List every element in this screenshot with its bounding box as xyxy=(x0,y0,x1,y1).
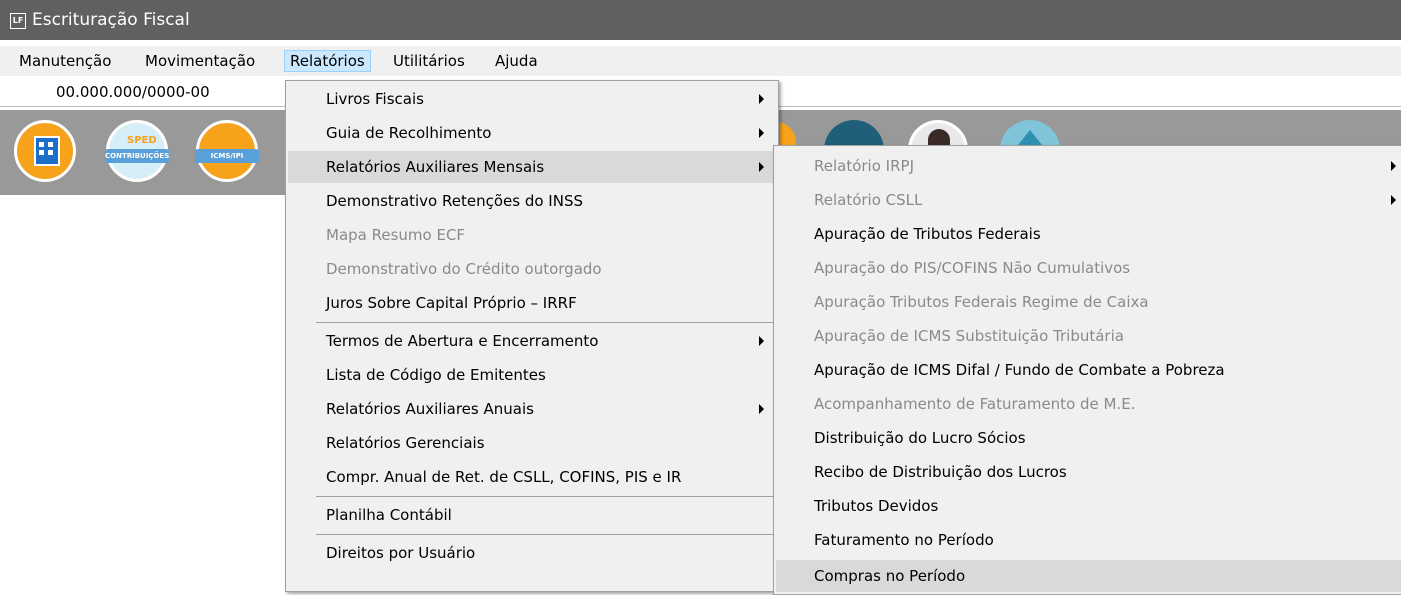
relatorios-auxiliares-mensais-submenu: Relatório IRPJ Relatório CSLL Apuração d… xyxy=(773,145,1401,595)
menu-item-relatorios-auxiliares-mensais[interactable]: Relatórios Auxiliares Mensais xyxy=(288,151,776,183)
chevron-right-icon xyxy=(759,94,764,104)
chevron-right-icon xyxy=(759,162,764,172)
menu-item-label: Guia de Recolhimento xyxy=(326,124,492,142)
menu-separator xyxy=(316,534,776,535)
menu-item-livros-fiscais[interactable]: Livros Fiscais xyxy=(288,83,776,115)
chevron-right-icon xyxy=(759,404,764,414)
submenu-item-pis-cofins[interactable]: Apuração do PIS/COFINS Não Cumulativos xyxy=(776,252,1401,284)
chevron-right-icon xyxy=(759,128,764,138)
icms-ipi-button[interactable]: ICMS/IPI xyxy=(195,120,259,182)
sped-contribuicoes-button[interactable]: SPED CONTRIBUIÇÕES xyxy=(105,120,169,182)
menu-item-label: Planilha Contábil xyxy=(326,506,452,524)
sped-label: SPED xyxy=(127,135,157,146)
building-icon-button[interactable] xyxy=(14,120,76,182)
menu-item-label: Demonstrativo do Crédito outorgado xyxy=(326,260,602,278)
sped-contribuicoes-badge: CONTRIBUIÇÕES xyxy=(105,149,169,163)
menu-item-juros-capital-proprio[interactable]: Juros Sobre Capital Próprio – IRRF xyxy=(288,287,776,319)
menu-item-label: Compr. Anual de Ret. de CSLL, COFINS, PI… xyxy=(326,468,682,486)
menu-manutencao[interactable]: Manutenção xyxy=(14,50,116,72)
submenu-item-recibo-distribuicao[interactable]: Recibo de Distribuição dos Lucros xyxy=(776,456,1401,488)
building-icon xyxy=(34,136,60,166)
menu-item-label: Livros Fiscais xyxy=(326,90,424,108)
menu-item-label: Direitos por Usuário xyxy=(326,544,476,562)
menu-item-label: Acompanhamento de Faturamento de M.E. xyxy=(814,395,1136,413)
menu-item-label: Relatórios Gerenciais xyxy=(326,434,485,452)
menu-item-label: Apuração de ICMS Difal / Fundo de Combat… xyxy=(814,361,1225,379)
menu-item-direitos-usuario[interactable]: Direitos por Usuário xyxy=(288,537,776,569)
menu-item-label: Distribuição do Lucro Sócios xyxy=(814,429,1026,447)
menu-item-label: Juros Sobre Capital Próprio – IRRF xyxy=(326,294,577,312)
icms-ipi-badge: ICMS/IPI xyxy=(195,149,259,163)
submenu-item-icms-difal[interactable]: Apuração de ICMS Difal / Fundo de Combat… xyxy=(776,354,1401,386)
menu-item-label: Lista de Código de Emitentes xyxy=(326,366,546,384)
menu-item-label: Relatório CSLL xyxy=(814,191,923,209)
menu-item-planilha-contabil[interactable]: Planilha Contábil xyxy=(288,499,776,531)
chevron-right-icon xyxy=(1391,161,1396,171)
submenu-item-faturamento-periodo[interactable]: Faturamento no Período xyxy=(776,524,1401,556)
menu-item-label: Recibo de Distribuição dos Lucros xyxy=(814,463,1067,481)
menu-movimentacao[interactable]: Movimentação xyxy=(140,50,260,72)
menu-item-label: Compras no Período xyxy=(814,567,966,585)
menu-item-label: Faturamento no Período xyxy=(814,531,994,549)
menu-item-label: Mapa Resumo ECF xyxy=(326,226,466,244)
menu-item-termos-abertura[interactable]: Termos de Abertura e Encerramento xyxy=(288,325,776,357)
menu-item-demonstrativo-inss[interactable]: Demonstrativo Retenções do INSS xyxy=(288,185,776,217)
menu-separator xyxy=(316,322,776,323)
menu-item-lista-emitentes[interactable]: Lista de Código de Emitentes xyxy=(288,359,776,391)
menu-item-mapa-resumo-ecf[interactable]: Mapa Resumo ECF xyxy=(288,219,776,251)
menu-utilitarios[interactable]: Utilitários xyxy=(388,50,470,72)
menu-item-credito-outorgado[interactable]: Demonstrativo do Crédito outorgado xyxy=(288,253,776,285)
submenu-item-relatorio-csll[interactable]: Relatório CSLL xyxy=(776,184,1401,216)
submenu-item-relatorio-irpj[interactable]: Relatório IRPJ xyxy=(776,150,1401,182)
menu-item-label: Relatório IRPJ xyxy=(814,157,914,175)
menu-item-label: Apuração de Tributos Federais xyxy=(814,225,1041,243)
menu-separator xyxy=(316,496,776,497)
relatorios-menu: Livros Fiscais Guia de Recolhimento Rela… xyxy=(285,80,779,592)
menu-item-relatorios-gerenciais[interactable]: Relatórios Gerenciais xyxy=(288,427,776,459)
submenu-item-compras-periodo[interactable]: Compras no Período xyxy=(776,560,1401,592)
menu-relatorios[interactable]: Relatórios xyxy=(284,50,371,72)
menu-bar: Manutenção Movimentação Relatórios Utili… xyxy=(0,46,1401,76)
chevron-right-icon xyxy=(759,336,764,346)
menu-ajuda[interactable]: Ajuda xyxy=(490,50,543,72)
menu-item-compr-anual[interactable]: Compr. Anual de Ret. de CSLL, COFINS, PI… xyxy=(288,461,776,493)
chevron-right-icon xyxy=(1391,195,1396,205)
menu-item-label: Termos de Abertura e Encerramento xyxy=(326,332,599,350)
menu-item-relatorios-auxiliares-anuais[interactable]: Relatórios Auxiliares Anuais xyxy=(288,393,776,425)
submenu-item-icms-st[interactable]: Apuração de ICMS Substituição Tributária xyxy=(776,320,1401,352)
menu-item-label: Relatórios Auxiliares Mensais xyxy=(326,158,545,176)
submenu-item-apuracao-tributos-federais[interactable]: Apuração de Tributos Federais xyxy=(776,218,1401,250)
submenu-item-acompanhamento-faturamento[interactable]: Acompanhamento de Faturamento de M.E. xyxy=(776,388,1401,420)
menu-item-label: Apuração Tributos Federais Regime de Cai… xyxy=(814,293,1149,311)
menu-item-label: Tributos Devidos xyxy=(814,497,939,515)
title-bar: LF Escrituração Fiscal xyxy=(0,0,1401,40)
menu-item-guia-recolhimento[interactable]: Guia de Recolhimento xyxy=(288,117,776,149)
menu-item-label: Demonstrativo Retenções do INSS xyxy=(326,192,583,210)
app-icon: LF xyxy=(10,13,26,29)
company-cnpj: 00.000.000/0000-00 xyxy=(56,83,210,101)
submenu-item-tributos-devidos[interactable]: Tributos Devidos xyxy=(776,490,1401,522)
submenu-item-distribuicao-lucro[interactable]: Distribuição do Lucro Sócios xyxy=(776,422,1401,454)
submenu-item-regime-caixa[interactable]: Apuração Tributos Federais Regime de Cai… xyxy=(776,286,1401,318)
menu-item-label: Apuração de ICMS Substituição Tributária xyxy=(814,327,1124,345)
window-title: Escrituração Fiscal xyxy=(32,10,190,30)
menu-item-label: Apuração do PIS/COFINS Não Cumulativos xyxy=(814,259,1131,277)
menu-item-label: Relatórios Auxiliares Anuais xyxy=(326,400,534,418)
